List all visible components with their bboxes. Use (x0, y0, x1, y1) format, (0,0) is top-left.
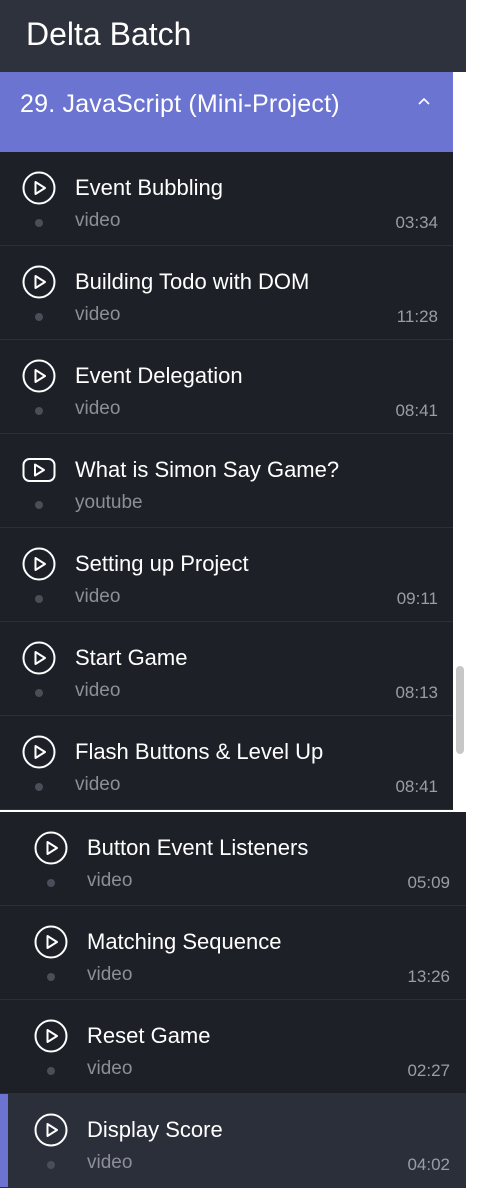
status-dot (35, 783, 43, 791)
lesson-duration: 08:41 (395, 777, 438, 796)
lesson-type: video (75, 304, 121, 325)
lesson-item[interactable]: Start Game video 08:13 (0, 622, 453, 716)
lesson-type: video (87, 964, 133, 985)
page-title: Delta Batch (26, 16, 192, 52)
lesson-duration: 13:26 (407, 967, 450, 986)
lesson-type: youtube (75, 492, 143, 513)
lesson-type: video (75, 680, 121, 701)
status-dot (47, 1161, 55, 1169)
lesson-list-lower: Button Event Listeners video 05:09 Matching… (0, 812, 466, 1188)
lesson-title: Flash Buttons & Level Up (75, 739, 324, 764)
status-dot (35, 501, 43, 509)
app-header: Delta Batch (0, 0, 466, 72)
lesson-type: video (87, 1152, 133, 1173)
lesson-item[interactable]: Building Todo with DOM video 11:28 (0, 246, 453, 340)
lesson-duration: 08:13 (395, 683, 438, 702)
play-circle-icon (34, 925, 68, 959)
lesson-title: What is Simon Say Game? (75, 457, 340, 482)
lesson-item[interactable]: Event Bubbling video 03:34 (0, 152, 453, 246)
lesson-type: video (75, 210, 121, 231)
play-circle-icon (22, 359, 56, 393)
lesson-duration: 03:34 (395, 213, 438, 232)
active-indicator (0, 1094, 8, 1187)
lesson-item[interactable]: Matching Sequence video 13:26 (0, 906, 466, 1000)
section-header[interactable]: 29. JavaScript (Mini-Project) (0, 72, 453, 152)
play-circle-icon (22, 641, 56, 675)
header-gap (466, 0, 481, 72)
play-circle-icon (22, 547, 56, 581)
lesson-duration: 11:28 (396, 307, 438, 326)
scrollbar-thumb[interactable] (456, 666, 464, 754)
lesson-item[interactable]: Button Event Listeners video 05:09 (0, 812, 466, 906)
lesson-title: Matching Sequence (87, 929, 282, 954)
play-circle-icon (22, 171, 56, 205)
lesson-duration: 08:41 (395, 401, 438, 420)
lesson-title: Event Delegation (75, 363, 243, 388)
status-dot (35, 407, 43, 415)
play-circle-icon (34, 1113, 68, 1147)
status-dot (35, 595, 43, 603)
youtube-play-icon (22, 458, 56, 482)
lesson-duration: 04:02 (407, 1155, 450, 1174)
lesson-duration: 02:27 (407, 1061, 450, 1080)
status-dot (47, 973, 55, 981)
right-strip (466, 72, 481, 1189)
status-dot (35, 689, 43, 697)
lesson-item[interactable]: Setting up Project video 09:11 (0, 528, 453, 622)
lesson-title: Event Bubbling (75, 175, 223, 200)
play-circle-icon (34, 831, 68, 865)
lesson-title: Building Todo with DOM (75, 269, 310, 294)
lesson-duration: 09:11 (396, 589, 438, 608)
play-circle-icon (22, 265, 56, 299)
lesson-title: Setting up Project (75, 551, 249, 576)
status-dot (35, 313, 43, 321)
status-dot (35, 219, 43, 227)
lesson-duration: 05:09 (407, 873, 450, 892)
scrollbar-track[interactable] (453, 72, 466, 810)
lesson-item[interactable]: Display Score video 04:02 (0, 1094, 466, 1188)
lesson-title: Button Event Listeners (87, 835, 309, 860)
status-dot (47, 1067, 55, 1075)
lesson-title: Start Game (75, 645, 188, 670)
lesson-item[interactable]: Flash Buttons & Level Up video 08:41 (0, 716, 453, 810)
play-circle-icon (22, 735, 56, 769)
lesson-type: video (75, 586, 121, 607)
lesson-type: video (87, 870, 133, 891)
lesson-item[interactable]: What is Simon Say Game? youtube (0, 434, 453, 528)
play-circle-icon (34, 1019, 68, 1053)
chevron-up-icon[interactable] (417, 94, 431, 108)
lesson-type: video (87, 1058, 133, 1079)
lesson-title: Display Score (87, 1117, 223, 1142)
lesson-type: video (75, 398, 121, 419)
lesson-item[interactable]: Reset Game video 02:27 (0, 1000, 466, 1094)
status-dot (47, 879, 55, 887)
lesson-item[interactable]: Event Delegation video 08:41 (0, 340, 453, 434)
lesson-list: Event Bubbling video 03:34 Building Todo wi… (0, 152, 453, 810)
section-title: 29. JavaScript (Mini-Project) (20, 90, 340, 118)
lesson-title: Reset Game (87, 1023, 211, 1048)
lesson-type: video (75, 774, 121, 795)
